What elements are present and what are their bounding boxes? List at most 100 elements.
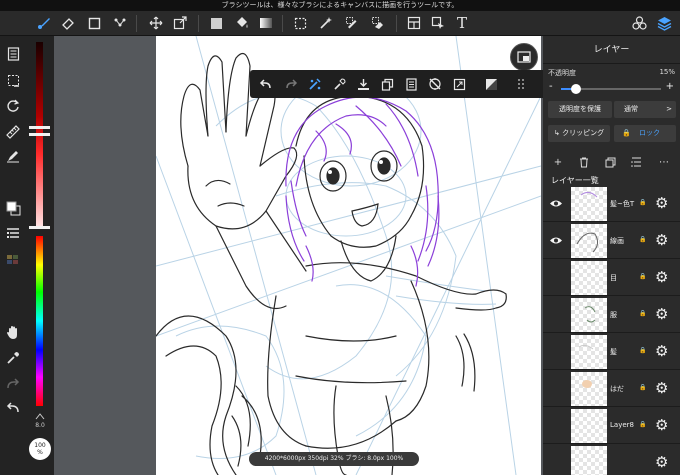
layer-row[interactable]: 目 🔒 ⚙ bbox=[543, 260, 680, 296]
pen-icon[interactable] bbox=[3, 146, 23, 166]
palette-icon[interactable] bbox=[3, 250, 23, 270]
left-toolbar bbox=[0, 36, 26, 475]
redo-icon[interactable] bbox=[3, 374, 23, 394]
select-point-icon[interactable] bbox=[428, 13, 448, 33]
zoom-level-button[interactable]: 100 % bbox=[29, 438, 51, 460]
layer-effect-icon[interactable] bbox=[482, 75, 500, 93]
layer-thumbnail bbox=[571, 409, 607, 443]
protect-alpha-button[interactable]: 透明度を保護 bbox=[548, 101, 612, 118]
layer-toolbar: + ⋯ bbox=[543, 153, 680, 171]
hand-icon[interactable] bbox=[3, 322, 23, 342]
more-dots-icon[interactable] bbox=[512, 75, 530, 93]
select-pen-icon[interactable] bbox=[342, 13, 362, 33]
menu-icon[interactable] bbox=[3, 44, 23, 64]
layers-icon[interactable] bbox=[654, 13, 674, 33]
redo-icon[interactable] bbox=[282, 75, 300, 93]
canvas-area[interactable]: 4200*6000px 350dpi 32% ブラシ: 8.0px 100% bbox=[54, 36, 543, 475]
duplicate-layer-icon[interactable] bbox=[603, 155, 617, 169]
layer-row[interactable]: 服 🔒 ⚙ bbox=[543, 297, 680, 333]
trash-icon[interactable] bbox=[577, 155, 591, 169]
transform-icon[interactable] bbox=[170, 13, 190, 33]
snap-off-icon[interactable] bbox=[426, 75, 444, 93]
layer-lock-icon: 🔒 bbox=[639, 199, 647, 206]
copy-icon[interactable] bbox=[378, 75, 396, 93]
lock-label: ロック bbox=[638, 129, 660, 137]
undo-icon[interactable] bbox=[3, 398, 23, 418]
eraser-icon[interactable] bbox=[58, 13, 78, 33]
brightness-slider-knob[interactable] bbox=[29, 126, 50, 129]
layer-list-icon[interactable] bbox=[3, 224, 23, 244]
eyedropper-icon[interactable] bbox=[3, 348, 23, 368]
brush-icon[interactable] bbox=[34, 13, 54, 33]
materials-icon[interactable] bbox=[629, 13, 649, 33]
gear-icon[interactable]: ⚙ bbox=[655, 453, 668, 471]
selection-icon[interactable] bbox=[3, 70, 23, 90]
rectangle-icon[interactable] bbox=[84, 13, 104, 33]
clipping-button[interactable]: ↳ クリッピング bbox=[548, 125, 610, 142]
layer-name: Layer8 bbox=[610, 421, 634, 429]
hue-slider-knob[interactable] bbox=[29, 226, 50, 229]
blend-mode-select[interactable]: 通常 > bbox=[614, 101, 676, 118]
opacity-slider[interactable] bbox=[561, 84, 661, 94]
add-layer-icon[interactable]: + bbox=[551, 155, 565, 169]
brush-size-label: 8.0 bbox=[35, 422, 45, 429]
opacity-increase-button[interactable]: + bbox=[666, 81, 674, 92]
layer-thumbnail bbox=[571, 446, 607, 475]
rotate-icon[interactable] bbox=[3, 96, 23, 116]
top-toolbar: T bbox=[0, 11, 680, 36]
select-rect-icon[interactable] bbox=[290, 13, 310, 33]
gear-icon[interactable]: ⚙ bbox=[655, 342, 668, 360]
eye-icon[interactable] bbox=[548, 197, 564, 209]
canvas-paper[interactable] bbox=[156, 36, 541, 475]
color-swatch-icon[interactable] bbox=[3, 198, 23, 218]
select-eraser-icon[interactable] bbox=[368, 13, 388, 33]
gear-icon[interactable]: ⚙ bbox=[655, 231, 668, 249]
gear-icon[interactable]: ⚙ bbox=[655, 416, 668, 434]
ruler-icon[interactable] bbox=[3, 122, 23, 142]
navigator-button[interactable] bbox=[510, 43, 538, 71]
move-icon[interactable] bbox=[146, 13, 166, 33]
brightness-slider-knob-lower[interactable] bbox=[29, 133, 50, 136]
text-icon[interactable]: T bbox=[452, 13, 472, 33]
fill-color-icon[interactable] bbox=[206, 13, 226, 33]
gear-icon[interactable]: ⚙ bbox=[655, 305, 668, 323]
canvas-status: 4200*6000px 350dpi 32% ブラシ: 8.0px 100% bbox=[249, 452, 419, 466]
frame-divider-icon[interactable] bbox=[404, 13, 424, 33]
layer-row[interactable]: 線画 🔒 ⚙ bbox=[543, 223, 680, 259]
layer-name: 髪~色T bbox=[610, 200, 635, 208]
layer-row[interactable]: ⚙ bbox=[543, 445, 680, 475]
layer-row[interactable]: 髪 🔒 ⚙ bbox=[543, 334, 680, 370]
chevron-right-icon: > bbox=[666, 105, 672, 113]
layer-row[interactable]: 髪~色T 🔒 ⚙ bbox=[543, 186, 680, 222]
eye-icon[interactable] bbox=[548, 234, 564, 246]
dot-brush-icon[interactable] bbox=[110, 13, 130, 33]
undo-icon[interactable] bbox=[256, 75, 274, 93]
layer-row[interactable]: Layer8 🔒 ⚙ bbox=[543, 408, 680, 444]
tool-tip-bar: ブラシツールは、様々なブラシによるキャンバスに描画を行うツールです。 bbox=[0, 0, 680, 11]
hue-slider[interactable] bbox=[36, 236, 43, 406]
opacity-decrease-button[interactable]: - bbox=[549, 81, 553, 92]
gear-icon[interactable]: ⚙ bbox=[655, 194, 668, 212]
quick-action-bar bbox=[250, 70, 543, 98]
gear-icon[interactable]: ⚙ bbox=[655, 379, 668, 397]
lock-button[interactable]: 🔒 ロック bbox=[614, 125, 676, 142]
save-icon[interactable] bbox=[354, 75, 372, 93]
clipping-label: クリッピング bbox=[562, 129, 605, 137]
gear-icon[interactable]: ⚙ bbox=[655, 268, 668, 286]
paste-icon[interactable] bbox=[402, 75, 420, 93]
gradient-icon[interactable] bbox=[256, 13, 276, 33]
stabilizer-icon[interactable] bbox=[306, 75, 324, 93]
layer-name: 目 bbox=[610, 274, 617, 282]
layer-row[interactable]: はだ 🔒 ⚙ bbox=[543, 371, 680, 407]
layer-thumbnail bbox=[571, 224, 607, 258]
eyedropper-icon[interactable] bbox=[330, 75, 348, 93]
layer-order-icon[interactable] bbox=[629, 155, 643, 169]
opacity-slider-knob[interactable] bbox=[571, 84, 581, 94]
bucket-icon[interactable] bbox=[232, 13, 252, 33]
fullscreen-icon[interactable] bbox=[450, 75, 468, 93]
layer-lock-icon: 🔒 bbox=[639, 347, 647, 354]
layer-name: 線画 bbox=[610, 237, 624, 245]
magic-wand-icon[interactable] bbox=[316, 13, 336, 33]
brush-size-readout[interactable]: 8.0 bbox=[34, 413, 46, 429]
more-horizontal-icon[interactable]: ⋯ bbox=[657, 155, 671, 169]
